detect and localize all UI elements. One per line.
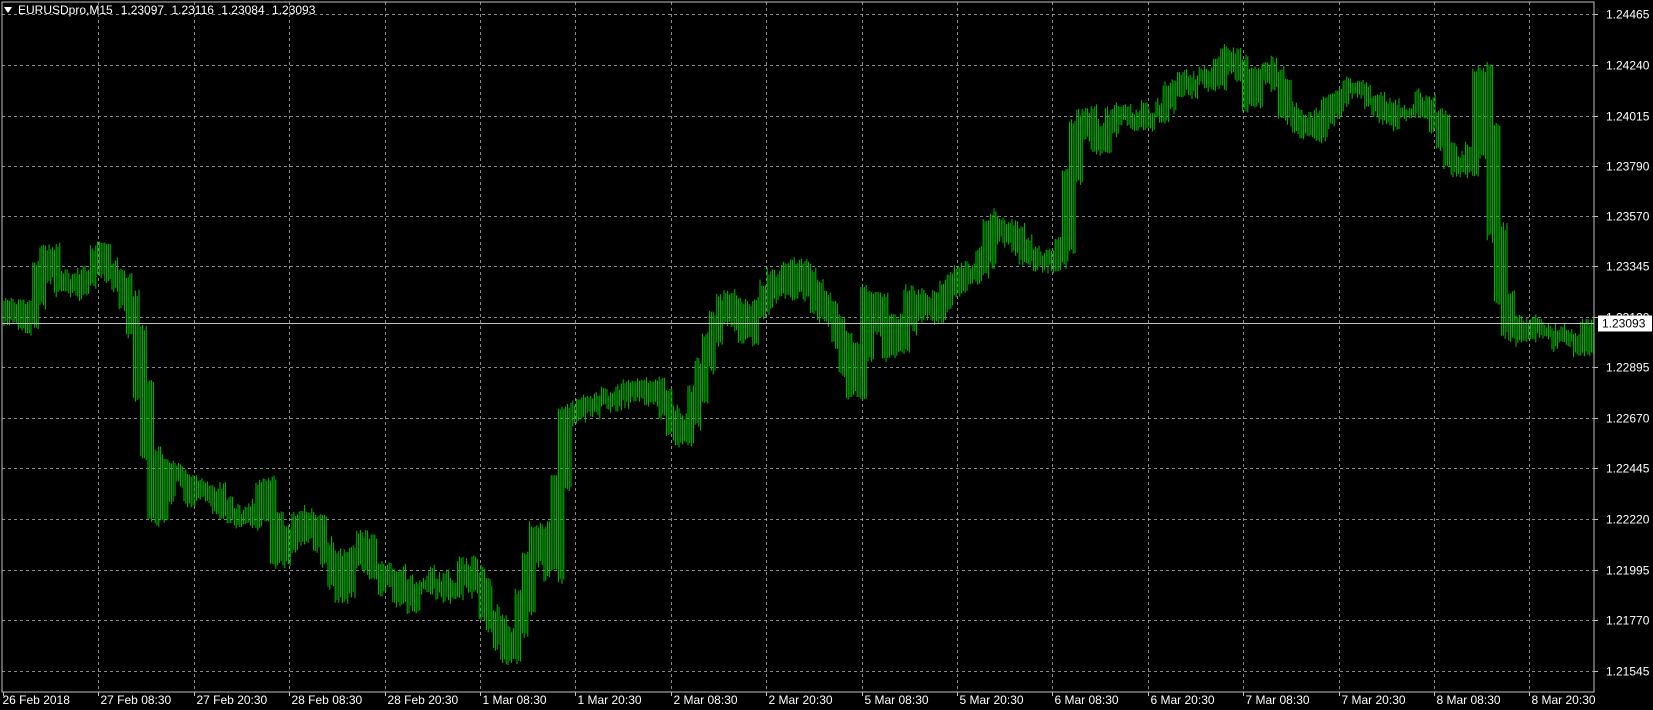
y-tick-label: 1.22670 <box>1606 412 1650 426</box>
x-tick-label: 2 Mar 08:30 <box>674 693 738 707</box>
chart-svg: 1.24465 1.24240 1.24015 1.23790 1.23570 1.233… <box>1 1 1652 707</box>
y-tick-label: 1.24015 <box>1606 110 1650 124</box>
y-tick-label: 1.22220 <box>1606 513 1650 527</box>
x-tick-label: 1 Mar 08:30 <box>483 693 547 707</box>
y-tick-label: 1.21545 <box>1606 665 1650 679</box>
x-tick-label: 8 Mar 08:30 <box>1437 693 1501 707</box>
x-tick-label: 6 Mar 08:30 <box>1055 693 1119 707</box>
x-tick-label: 28 Feb 08:30 <box>292 693 363 707</box>
y-tick-label: 1.21770 <box>1606 614 1650 628</box>
x-tick-label: 8 Mar 20:30 <box>1532 693 1596 707</box>
y-tick-label: 1.23345 <box>1606 260 1650 274</box>
x-tick-label: 6 Mar 20:30 <box>1151 693 1215 707</box>
x-tick-label: 5 Mar 08:30 <box>865 693 929 707</box>
y-tick-label: 1.24465 <box>1606 8 1650 22</box>
x-tick-label: 2 Mar 20:30 <box>769 693 833 707</box>
y-tick-label: 1.21995 <box>1606 564 1650 578</box>
x-tick-label: 27 Feb 20:30 <box>197 693 268 707</box>
x-tick-label: 28 Feb 20:30 <box>388 693 459 707</box>
x-tick-label: 1 Mar 20:30 <box>578 693 642 707</box>
x-tick-label: 5 Mar 20:30 <box>960 693 1024 707</box>
x-tick-label: 7 Mar 08:30 <box>1246 693 1310 707</box>
x-tick-label: 26 Feb 2018 <box>3 693 71 707</box>
y-tick-label: 1.22445 <box>1606 462 1650 476</box>
plot-frame <box>1 1 1595 693</box>
y-tick-label: 1.24240 <box>1606 59 1650 73</box>
current-price-label: 1.23093 <box>1602 317 1646 331</box>
y-tick-label: 1.23790 <box>1606 160 1650 174</box>
chart: EURUSDpro,M15 1.23097 1.23116 1.23084 1.… <box>0 0 1653 710</box>
y-tick-label: 1.23570 <box>1606 210 1650 224</box>
x-tick-label: 27 Feb 08:30 <box>101 693 172 707</box>
y-tick-label: 1.22895 <box>1606 361 1650 375</box>
x-tick-label: 7 Mar 20:30 <box>1342 693 1406 707</box>
